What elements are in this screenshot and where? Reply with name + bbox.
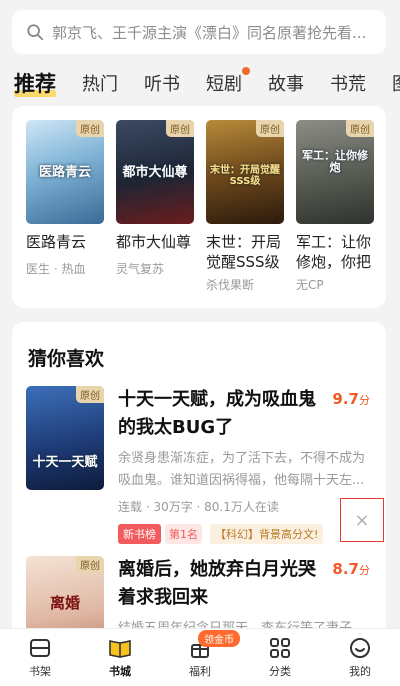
ranking-badge: 新书榜	[118, 524, 161, 544]
book-card[interactable]: 原创 都市大仙尊 都市大仙尊 灵气复苏	[116, 120, 206, 293]
book-tags: 无CP	[296, 278, 324, 292]
category-tabs: 推荐 热门 听书 短剧 故事 书荒 图:	[0, 64, 400, 102]
close-icon: ×	[354, 509, 370, 531]
nav-category[interactable]: 分类	[240, 629, 320, 686]
nav-bookstore[interactable]: 书城	[80, 629, 160, 686]
book-title: 末世：开局觉醒SSS级	[206, 233, 282, 271]
book-cover: 原创 都市大仙尊	[116, 120, 194, 224]
book-cover: 原创 军工：让你修炮	[296, 120, 374, 224]
original-badge: 原创	[256, 120, 284, 137]
book-tags: 医生 · 热血	[26, 262, 86, 276]
book-cover: 原创 十天一天赋	[26, 386, 104, 490]
smile-icon	[350, 638, 370, 658]
new-dot-icon	[242, 67, 250, 75]
nav-bookshelf[interactable]: 书架	[0, 629, 80, 686]
search-placeholder: 郭京飞、王千源主演《漂白》同名原著抢先看...	[52, 23, 367, 42]
tab-story[interactable]: 故事	[268, 70, 304, 96]
featured-books-card: 原创 医路青云 医路青云 医生 · 热血 原创 都市大仙尊 都市大仙尊 灵气复苏…	[12, 106, 386, 308]
original-badge: 原创	[166, 120, 194, 137]
book-tags: 灵气复苏	[116, 262, 165, 276]
original-badge: 原创	[76, 556, 104, 573]
book-card[interactable]: 原创 医路青云 医路青云 医生 · 热血	[26, 120, 116, 293]
book-tags: 杀伐果断	[206, 278, 255, 292]
original-badge: 原创	[76, 386, 104, 403]
tab-short-drama[interactable]: 短剧	[206, 67, 250, 96]
section-title: 猜你喜欢	[28, 348, 105, 370]
book-title: 医路青云	[26, 233, 87, 251]
book-open-icon	[109, 640, 131, 658]
nav-profile[interactable]: 我的	[320, 629, 400, 686]
rating-score: 9.7分	[332, 390, 370, 408]
book-meta: 连载 · 30万字 · 80.1万人在读	[118, 500, 279, 514]
tab-audiobook[interactable]: 听书	[144, 70, 180, 96]
book-cover: 原创 末世：开局觉醒SSS级	[206, 120, 284, 224]
guess-you-like-card: 猜你喜欢 原创 十天一天赋 十天一天赋，成为吸血鬼的我太BUG了 9.7分 余贤…	[12, 322, 386, 660]
bottom-navigation: 书架 书城 领金币 福利 分类 我的	[0, 628, 400, 686]
book-tags: 新书榜 第1名 【科幻】背景高分文!	[118, 524, 324, 544]
tab-book-shortage[interactable]: 书荒	[330, 70, 366, 96]
recommend-item[interactable]: 原创 十天一天赋 十天一天赋，成为吸血鬼的我太BUG了 9.7分 余贤身患渐冻症…	[26, 386, 372, 546]
bookshelf-icon	[30, 639, 50, 657]
book-title: 军工：让你修炮，你把	[296, 233, 372, 271]
book-title: 都市大仙尊	[116, 233, 192, 251]
book-description: 余贤身患渐冻症，为了活下去，不得不成为吸血鬼。谁知道因祸得福，他每隔十天左...	[118, 451, 366, 488]
grid-icon	[270, 638, 290, 658]
tab-more[interactable]: 图:	[392, 70, 400, 96]
book-title: 离婚后，她放弃白月光哭着求我回来	[118, 559, 316, 608]
tab-recommend[interactable]: 推荐	[14, 68, 56, 98]
genre-badge: 【科幻】背景高分文!	[210, 524, 324, 544]
rank-badge: 第1名	[165, 524, 202, 544]
nav-welfare[interactable]: 领金币 福利	[160, 629, 240, 686]
book-title: 十天一天赋，成为吸血鬼的我太BUG了	[118, 389, 316, 438]
original-badge: 原创	[346, 120, 374, 137]
book-cover: 原创 医路青云	[26, 120, 104, 224]
rating-score: 8.7分	[332, 560, 370, 578]
search-bar[interactable]: 郭京飞、王千源主演《漂白》同名原著抢先看...	[12, 10, 386, 54]
book-card[interactable]: 原创 军工：让你修炮 军工：让你修炮，你把 无CP	[296, 120, 386, 293]
search-icon	[27, 24, 44, 41]
tab-hot[interactable]: 热门	[82, 70, 118, 96]
dismiss-close-button[interactable]: ×	[340, 498, 384, 542]
original-badge: 原创	[76, 120, 104, 137]
book-card[interactable]: 原创 末世：开局觉醒SSS级 末世：开局觉醒SSS级 杀伐果断	[206, 120, 296, 293]
coin-pill-badge: 领金币	[198, 630, 240, 647]
